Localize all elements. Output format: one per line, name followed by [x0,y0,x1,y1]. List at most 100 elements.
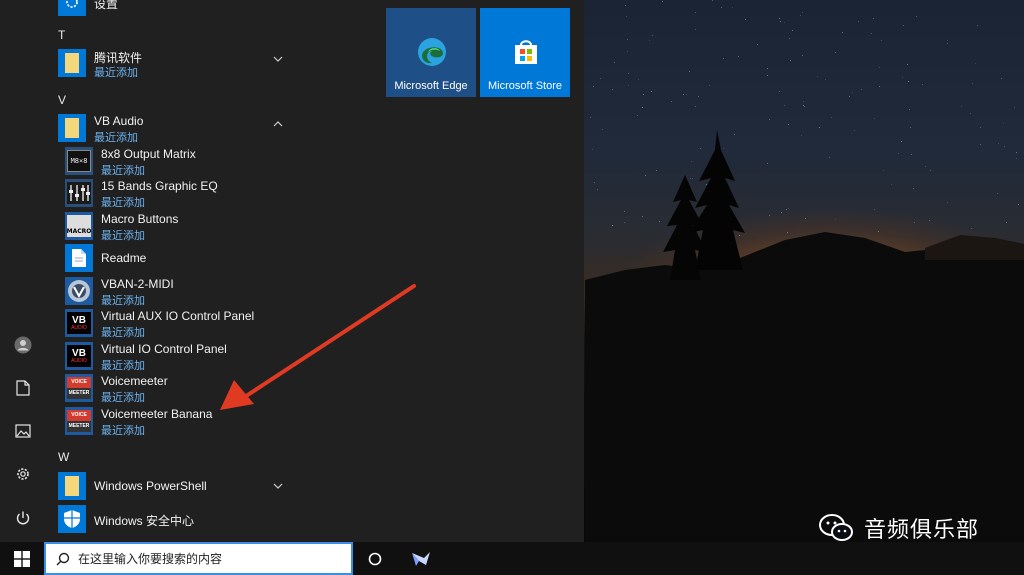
document-icon [65,244,93,272]
star [816,75,818,77]
vb-audio-icon: VB AUDIO [65,309,93,337]
star [614,61,616,63]
user-account-button[interactable] [0,325,46,365]
tile-microsoft-store[interactable]: Microsoft Store [480,8,570,97]
start-button[interactable] [0,542,44,575]
app-item-label: VB Audio [94,114,144,128]
app-item-windows-security[interactable]: Windows 安全中心 [58,503,278,535]
star [1000,77,1002,79]
letter-header-t[interactable]: T [58,28,65,42]
star [801,55,803,57]
star [641,106,643,108]
app-item-tencent-folder[interactable]: 腾讯软件 最近添加 [58,47,283,79]
star [908,109,910,111]
power-icon [16,511,30,525]
star [783,21,785,23]
tile-label: Microsoft Store [488,80,562,92]
windows-logo-icon [14,550,30,567]
app-item-settings[interactable]: 设置 [58,0,278,18]
app-item-macro-buttons[interactable]: MACRO Macro Buttons 最近添加 [58,210,278,242]
app-item-readme[interactable]: Readme [58,242,278,274]
star [627,73,629,75]
star [975,63,977,65]
chevron-down-icon[interactable] [271,52,285,66]
star [648,39,650,41]
star [636,114,638,116]
document-icon [16,380,30,396]
app-item-windows-powershell-folder[interactable]: Windows PowerShell [58,470,283,502]
star [694,12,696,14]
star [767,74,769,76]
tile-microsoft-edge[interactable]: Microsoft Edge [386,8,476,97]
star [627,50,629,52]
app-item-8x8-output-matrix[interactable]: M8×8 8x8 Output Matrix 最近添加 [58,145,278,177]
taskbar [0,542,1024,575]
tree-silhouette-landscape [585,130,1024,542]
star [878,67,880,69]
star [802,12,804,14]
settings-button[interactable] [0,454,46,494]
recently-added-label: 最近添加 [101,425,145,437]
letter-header-w[interactable]: W [58,450,69,464]
app-item-vb-audio-folder[interactable]: VB Audio 最近添加 [58,112,283,144]
power-button[interactable] [0,498,46,538]
search-input[interactable] [78,550,343,568]
star [915,16,917,17]
star [661,0,663,2]
app-item-label: 设置 [94,0,119,11]
star [783,105,785,107]
app-item-label: Voicemeeter Banana [101,407,213,421]
star [789,60,791,62]
star [961,105,963,107]
pictures-button[interactable] [0,411,46,451]
star [834,51,836,53]
app-item-label: Windows 安全中心 [94,514,195,528]
star [732,6,734,8]
recently-added-label: 最近添加 [94,67,138,79]
chevron-down-icon[interactable] [271,479,285,493]
star [799,15,801,17]
search-icon [56,552,70,566]
star [694,106,696,108]
chevron-up-icon[interactable] [271,117,285,131]
star [628,84,630,86]
star [881,40,883,42]
watermark-text: 音频俱乐部 [864,518,980,543]
app-item-label: Macro Buttons [101,212,179,226]
wechat-watermark: 音频俱乐部 [818,510,979,546]
letter-header-v[interactable]: V [58,93,66,107]
cortana-button[interactable] [360,542,390,575]
taskbar-search-box[interactable] [44,542,353,575]
star [903,24,905,26]
star [779,90,780,92]
app-list[interactable]: 设置 T 腾讯软件 最近添加 V VB Audio 最近添加 M8×8 8x8 [46,0,376,542]
star [1013,106,1015,108]
star [650,90,652,92]
recently-added-label: 最近添加 [94,132,138,144]
star [651,35,653,37]
recently-added-label: 最近添加 [101,197,145,209]
folder-icon [58,472,86,500]
star [922,84,924,86]
taskbar-pinned-app[interactable] [404,542,438,575]
recently-added-label: 最近添加 [101,392,145,404]
star [874,117,876,119]
star [907,81,909,83]
star [830,116,832,118]
star [643,93,645,95]
star [590,116,592,118]
star [946,42,948,44]
star [849,96,851,98]
recently-added-label: 最近添加 [101,165,145,177]
vban-app-icon [65,277,93,305]
star [625,5,627,7]
star [766,68,768,70]
start-menu-rail [0,0,46,542]
star [791,30,793,32]
edge-icon [418,38,446,66]
app-item-15-bands-graphic-eq[interactable]: 15 Bands Graphic EQ 最近添加 [58,177,278,209]
gear-icon [58,0,86,16]
vb-audio-icon: VB AUDIO [65,342,93,370]
star [600,77,602,79]
documents-button[interactable] [0,368,46,408]
